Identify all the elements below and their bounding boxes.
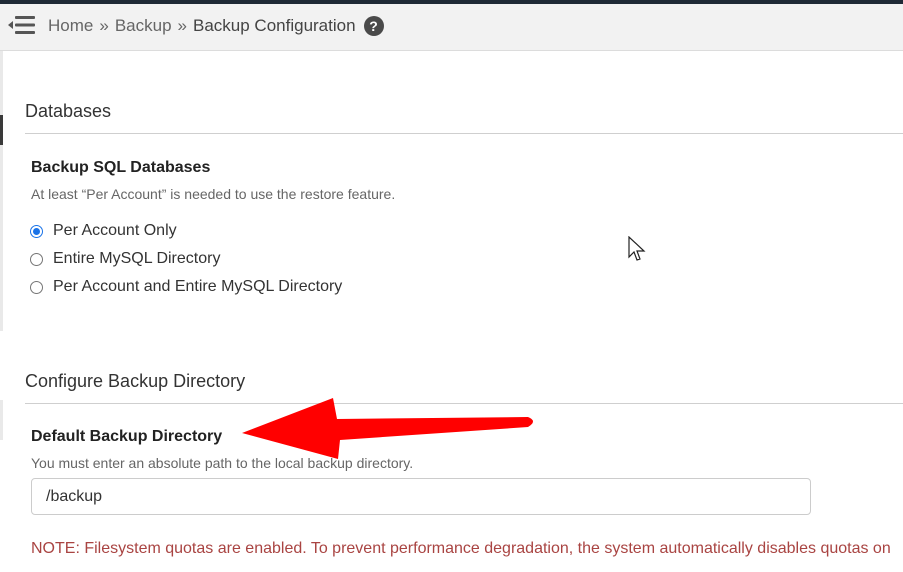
radio-label: Entire MySQL Directory (53, 250, 221, 267)
radio-button-checked[interactable] (30, 224, 43, 238)
menu-toggle-icon[interactable] (8, 14, 36, 36)
left-rail (0, 51, 3, 331)
section-divider (25, 133, 903, 134)
mouse-cursor-icon (628, 236, 646, 261)
page-header: Home » Backup » Backup Configuration ? (0, 4, 903, 51)
radio-label: Per Account Only (53, 222, 177, 239)
radio-button[interactable] (30, 280, 43, 294)
breadcrumb-backup-link[interactable]: Backup (115, 16, 172, 36)
radio-per-account-only[interactable]: Per Account Only (30, 222, 177, 240)
breadcrumb-current: Backup Configuration (193, 16, 356, 35)
breadcrumb-separator: » (177, 16, 187, 35)
help-icon[interactable]: ? (363, 16, 384, 36)
breadcrumb-separator: » (99, 16, 109, 35)
backup-directory-input[interactable] (31, 478, 811, 515)
left-rail-marker (0, 115, 3, 145)
quota-warning-note: NOTE: Filesystem quotas are enabled. To … (31, 540, 891, 557)
backup-sql-databases-help: At least “Per Account” is needed to use … (31, 186, 396, 202)
radio-label: Per Account and Entire MySQL Directory (53, 278, 343, 295)
left-rail-lower (0, 400, 3, 440)
radio-entire-mysql-directory[interactable]: Entire MySQL Directory (30, 250, 220, 268)
radio-button[interactable] (30, 252, 43, 266)
radio-per-account-and-entire-mysql[interactable]: Per Account and Entire MySQL Directory (30, 278, 342, 296)
backup-directory-section-title: Configure Backup Directory (25, 371, 246, 391)
default-backup-directory-label: Default Backup Directory (31, 428, 223, 445)
breadcrumb: Home » Backup » Backup Configuration ? (48, 16, 384, 36)
breadcrumb-home-link[interactable]: Home (48, 16, 93, 36)
backup-sql-databases-label: Backup SQL Databases (31, 159, 211, 176)
red-arrow-annotation (242, 398, 533, 459)
databases-section-title: Databases (25, 101, 112, 121)
